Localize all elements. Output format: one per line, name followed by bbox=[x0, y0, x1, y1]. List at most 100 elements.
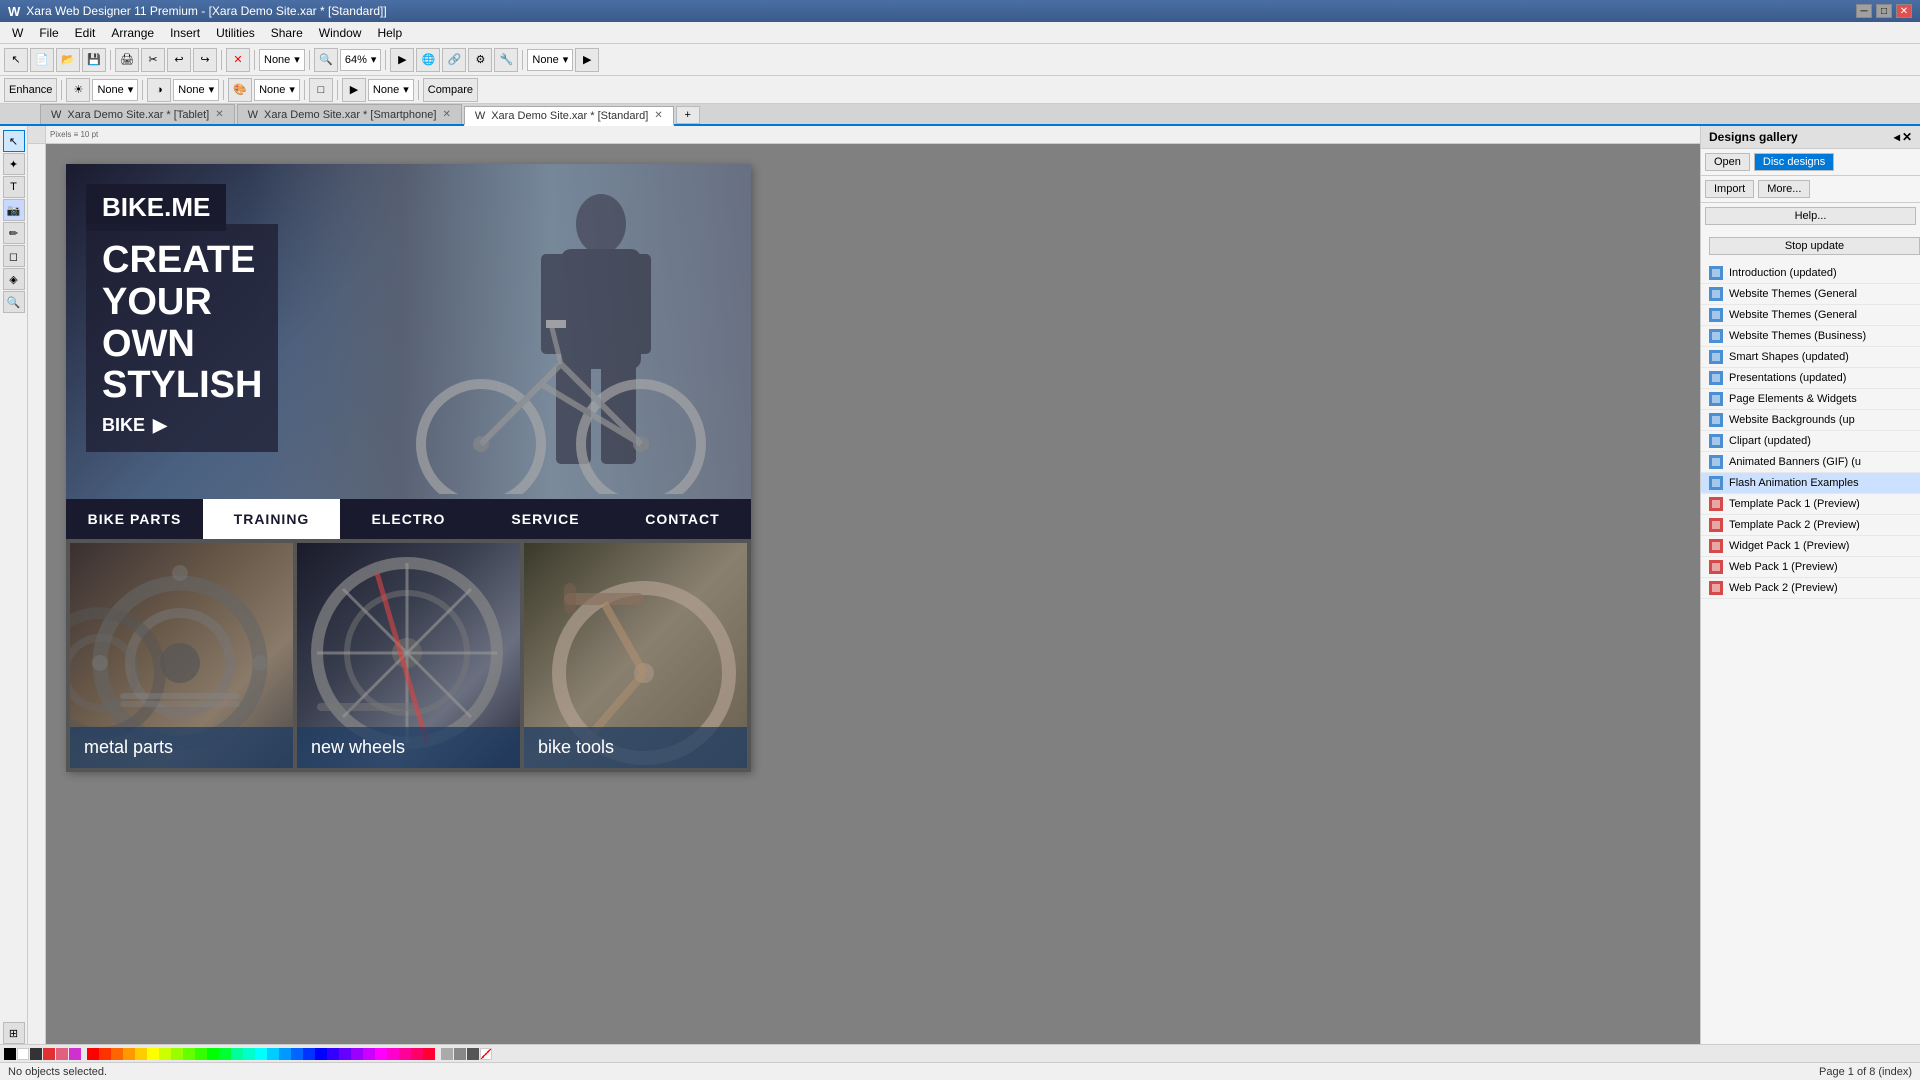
swatch-violet1[interactable] bbox=[327, 1048, 339, 1060]
gallery-item[interactable]: Website Backgrounds (up bbox=[1701, 410, 1920, 431]
play-icon[interactable]: ▶ bbox=[342, 78, 366, 102]
swatch-blue2[interactable] bbox=[291, 1048, 303, 1060]
node-tool-btn[interactable]: ✦ bbox=[3, 153, 25, 175]
gallery-item[interactable]: Template Pack 1 (Preview) bbox=[1701, 494, 1920, 515]
rect-icon[interactable]: □ bbox=[309, 78, 333, 102]
swatch-orange2[interactable] bbox=[123, 1048, 135, 1060]
sun-icon[interactable]: ☀ bbox=[66, 78, 90, 102]
shape-tool-btn[interactable]: ◻ bbox=[3, 245, 25, 267]
swatch-red4[interactable] bbox=[423, 1048, 435, 1060]
undo-btn[interactable]: ↩ bbox=[167, 48, 191, 72]
enhance-btn[interactable]: Enhance bbox=[4, 78, 57, 102]
pen-tool-btn[interactable]: ✏ bbox=[3, 222, 25, 244]
gallery-item[interactable]: Presentations (updated) bbox=[1701, 368, 1920, 389]
menu-insert[interactable]: Insert bbox=[162, 24, 208, 42]
none2-dropdown[interactable]: None▾ bbox=[527, 49, 573, 71]
view-tool-btn[interactable]: ⊞ bbox=[3, 1022, 25, 1044]
maximize-button[interactable]: □ bbox=[1876, 4, 1892, 18]
close-button[interactable]: ✕ bbox=[1896, 4, 1912, 18]
swatch-violet2[interactable] bbox=[339, 1048, 351, 1060]
gallery-item[interactable]: Web Pack 1 (Preview) bbox=[1701, 557, 1920, 578]
card-metal-parts[interactable]: metal parts bbox=[70, 543, 293, 768]
swatch-blue3[interactable] bbox=[303, 1048, 315, 1060]
selector-tool-btn[interactable]: ↖ bbox=[3, 130, 25, 152]
new-tab-btn[interactable]: + bbox=[676, 106, 700, 124]
gallery-disc-btn[interactable]: Disc designs bbox=[1754, 153, 1834, 171]
nav-service[interactable]: SERVICE bbox=[477, 499, 614, 539]
white-swatch[interactable] bbox=[17, 1048, 29, 1060]
swatch-green2[interactable] bbox=[183, 1048, 195, 1060]
swatch-green5[interactable] bbox=[219, 1048, 231, 1060]
menu-arrange[interactable]: Arrange bbox=[103, 24, 162, 42]
cut-btn[interactable]: ✂ bbox=[141, 48, 165, 72]
nav-electro[interactable]: ELECTRO bbox=[340, 499, 477, 539]
none4-dropdown[interactable]: None▾ bbox=[173, 79, 219, 101]
none-dropdown[interactable]: None▾ bbox=[259, 49, 305, 71]
gallery-expand-icon[interactable]: ✕ bbox=[1902, 130, 1912, 144]
menu-share[interactable]: Share bbox=[263, 24, 311, 42]
gallery-item[interactable]: Web Pack 2 (Preview) bbox=[1701, 578, 1920, 599]
gallery-open-btn[interactable]: Open bbox=[1705, 153, 1750, 171]
gallery-item[interactable]: Flash Animation Examples bbox=[1701, 473, 1920, 494]
swatch-green4[interactable] bbox=[207, 1048, 219, 1060]
gallery-import-btn[interactable]: Import bbox=[1705, 180, 1754, 198]
tab-smartphone[interactable]: W Xara Demo Site.xar * [Smartphone] ✕ bbox=[237, 104, 462, 124]
redo-btn[interactable]: ↪ bbox=[193, 48, 217, 72]
red-x-btn[interactable]: ✕ bbox=[226, 48, 250, 72]
card-new-wheels[interactable]: new wheels bbox=[297, 543, 520, 768]
none6-dropdown[interactable]: None▾ bbox=[368, 79, 414, 101]
swatch-cyan1[interactable] bbox=[231, 1048, 243, 1060]
canvas-scroll-area[interactable]: BIKE.ME CREATE YOUR OWN STYLISH BIK bbox=[46, 144, 1700, 1044]
photo-tool-btn[interactable]: 📷 bbox=[3, 199, 25, 221]
swatch-red3[interactable] bbox=[411, 1048, 423, 1060]
nav-contact[interactable]: CONTACT bbox=[614, 499, 751, 539]
selector-tool[interactable]: ↖ bbox=[4, 48, 28, 72]
gray2-swatch[interactable] bbox=[454, 1048, 466, 1060]
gallery-item[interactable]: Template Pack 2 (Preview) bbox=[1701, 515, 1920, 536]
new-btn[interactable]: 📄 bbox=[30, 48, 54, 72]
stop-update-btn[interactable]: Stop update bbox=[1709, 237, 1920, 255]
zoom-tool-btn[interactable]: 🔍 bbox=[3, 291, 25, 313]
red-swatch[interactable] bbox=[43, 1048, 55, 1060]
swatch-magenta2[interactable] bbox=[375, 1048, 387, 1060]
gallery-more-btn[interactable]: More... bbox=[1758, 180, 1810, 198]
swatch-green3[interactable] bbox=[195, 1048, 207, 1060]
swatch-red2[interactable] bbox=[99, 1048, 111, 1060]
tab-tablet[interactable]: W Xara Demo Site.xar * [Tablet] ✕ bbox=[40, 104, 235, 124]
widget-btn[interactable]: ⚙ bbox=[468, 48, 492, 72]
gallery-item[interactable]: Website Themes (General bbox=[1701, 284, 1920, 305]
swatch-yellow2[interactable] bbox=[147, 1048, 159, 1060]
hero-cta[interactable]: BIKE ▶ bbox=[102, 415, 262, 436]
swatch-cyan2[interactable] bbox=[243, 1048, 255, 1060]
menu-file[interactable]: File bbox=[31, 24, 66, 42]
swatch-blue1[interactable] bbox=[279, 1048, 291, 1060]
gallery-help-btn[interactable]: Help... bbox=[1705, 207, 1916, 225]
gallery-item[interactable]: Page Elements & Widgets bbox=[1701, 389, 1920, 410]
print-btn[interactable]: 🖨 bbox=[115, 48, 139, 72]
magenta-swatch[interactable] bbox=[69, 1048, 81, 1060]
color-icon[interactable]: 🎨 bbox=[228, 78, 252, 102]
swatch-hot-pink[interactable] bbox=[399, 1048, 411, 1060]
swatch-pink2[interactable] bbox=[387, 1048, 399, 1060]
arrow-right-btn[interactable]: ▶ bbox=[575, 48, 599, 72]
card-bike-tools[interactable]: bike tools bbox=[524, 543, 747, 768]
gallery-item[interactable]: Animated Banners (GIF) (u bbox=[1701, 452, 1920, 473]
swatch-cyan3[interactable] bbox=[255, 1048, 267, 1060]
menu-help[interactable]: Help bbox=[369, 24, 410, 42]
menu-window[interactable]: Window bbox=[311, 24, 370, 42]
gallery-item[interactable]: Introduction (updated) bbox=[1701, 263, 1920, 284]
compare-btn[interactable]: Compare bbox=[423, 78, 478, 102]
none3-dropdown[interactable]: None▾ bbox=[92, 79, 138, 101]
text-tool-btn[interactable]: T bbox=[3, 176, 25, 198]
tab-tablet-close[interactable]: ✕ bbox=[215, 109, 223, 120]
save-btn[interactable]: 💾 bbox=[82, 48, 106, 72]
settings-btn[interactable]: 🔧 bbox=[494, 48, 518, 72]
pink-swatch[interactable] bbox=[56, 1048, 68, 1060]
black-swatch[interactable] bbox=[4, 1048, 16, 1060]
swatch-cyan4[interactable] bbox=[267, 1048, 279, 1060]
gallery-item[interactable]: Smart Shapes (updated) bbox=[1701, 347, 1920, 368]
gallery-item[interactable]: Widget Pack 1 (Preview) bbox=[1701, 536, 1920, 557]
tab-standard-close[interactable]: ✕ bbox=[654, 110, 662, 121]
tab-standard[interactable]: W Xara Demo Site.xar * [Standard] ✕ bbox=[464, 106, 674, 126]
swatch-purple2[interactable] bbox=[363, 1048, 375, 1060]
